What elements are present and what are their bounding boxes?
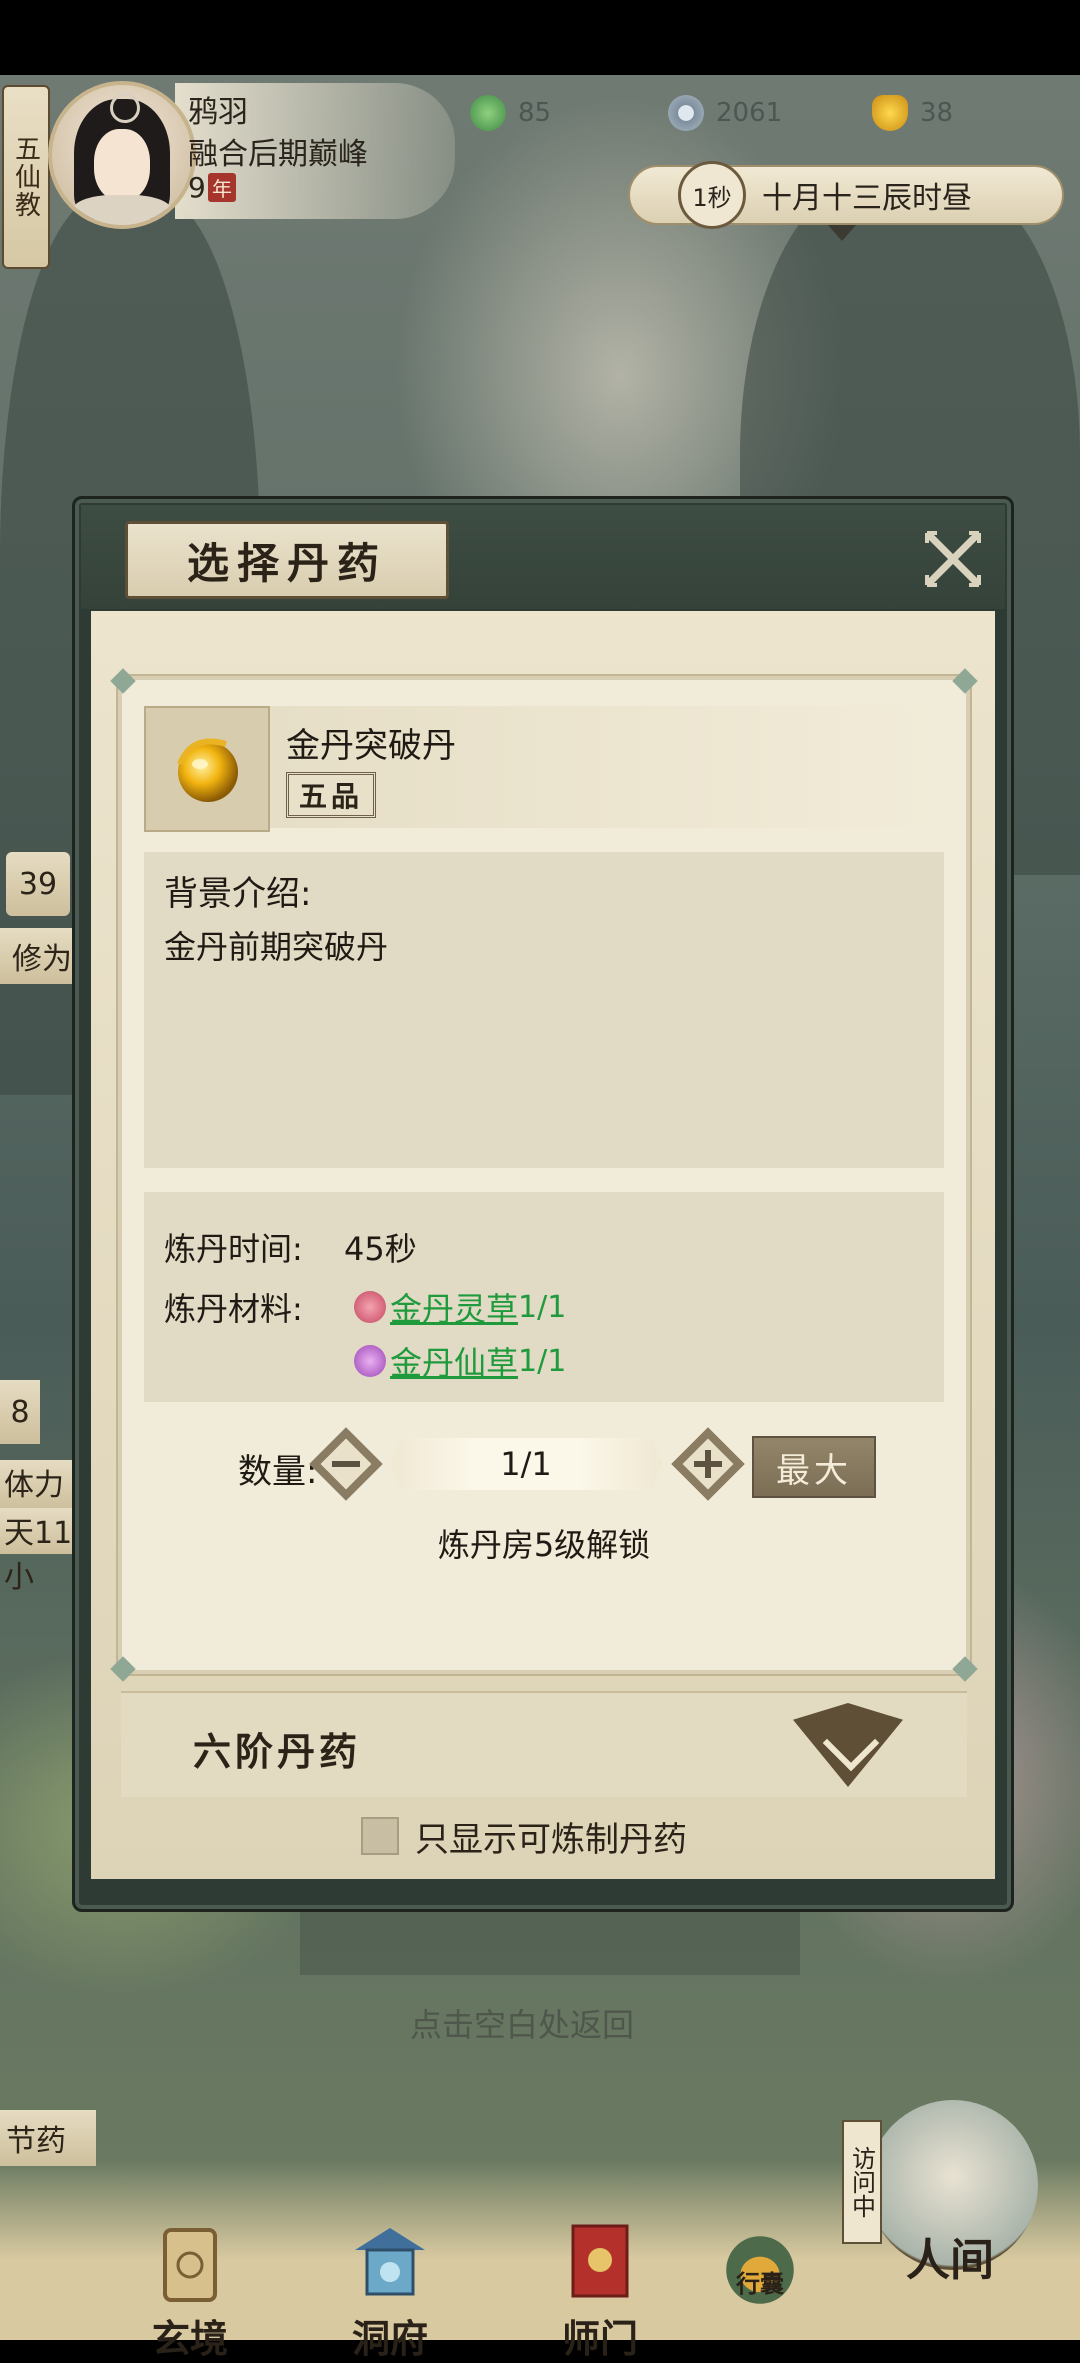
decrease-button[interactable] (309, 1427, 383, 1501)
player-rank: 融合后期巅峰 (188, 137, 368, 172)
sect-badge[interactable]: 五仙教 (2, 85, 50, 269)
pavilion-icon (355, 2228, 425, 2296)
nav-label: 洞府 (351, 2316, 428, 2361)
resource-coin-value: 2061 (716, 98, 783, 128)
chevron-down-icon[interactable] (793, 1703, 903, 1787)
pill-info-card: 金丹突破丹 五品 背景介绍: 金丹前期突破丹 炼丹时间: 45秒 炼丹材料: 金… (110, 668, 978, 1682)
tap-to-return-hint: 点击空白处返回 (410, 2006, 635, 2044)
bg-label-a: 修为 (0, 928, 82, 984)
resource-gold[interactable]: 38 (872, 93, 953, 133)
material-count: 1/1 (518, 1343, 567, 1379)
unlock-requirement: 炼丹房5级解锁 (437, 1526, 651, 1564)
top-bar: 五仙教 鸦羽 融合后期巅峰 9 年 85 2061 38 1秒 十月十三辰时昼 (0, 75, 1080, 269)
plus-icon-v (705, 1450, 711, 1478)
grade-section-six[interactable]: 六阶丹药 (121, 1691, 967, 1797)
age-unit-tag: 年 (208, 173, 236, 202)
dialog-header: 选择丹药 (81, 505, 1005, 609)
resource-jade-value: 85 (518, 98, 552, 128)
scroll-icon (163, 2228, 217, 2302)
description-text: 金丹前期突破丹 (164, 928, 389, 966)
nav-item-xuanjing[interactable]: 玄境 (120, 2220, 260, 2363)
resource-coin[interactable]: 2061 (668, 93, 782, 133)
crafting-info-box: 炼丹时间: 45秒 炼丹材料: 金丹灵草 1/1 金丹仙草 1/1 (144, 1192, 944, 1402)
description-box: 背景介绍: 金丹前期突破丹 (144, 852, 944, 1168)
bg-label-b: 体力 (0, 1460, 74, 1510)
craftable-filter-checkbox[interactable] (361, 1817, 399, 1855)
craftable-filter[interactable]: 只显示可炼制丹药 (361, 1811, 687, 1861)
nav-label: 行囊 (736, 2269, 784, 2298)
dialog-title: 选择丹药 (125, 521, 449, 599)
material-item[interactable]: 金丹灵草 1/1 (354, 1284, 566, 1330)
grade-section-label: 六阶丹药 (193, 1729, 362, 1774)
nav-item-dongfu[interactable]: 洞府 (320, 2220, 460, 2363)
banner-icon (571, 2224, 629, 2298)
material-item[interactable]: 金丹仙草 1/1 (354, 1338, 566, 1384)
nav-item-renjian[interactable]: 人间 (880, 2230, 1020, 2288)
increase-button[interactable] (671, 1427, 745, 1501)
avatar[interactable] (48, 81, 196, 229)
gold-ingot-icon (872, 95, 908, 131)
resource-gold-value: 38 (920, 98, 954, 128)
game-date: 十月十三辰时昼 (762, 181, 972, 216)
craftable-filter-label: 只显示可炼制丹药 (415, 1819, 687, 1860)
bg-label-c: 天11小 (0, 1508, 74, 1595)
nav-item-xingnang[interactable]: 行囊 (700, 2230, 820, 2304)
bg-label-d: 节药 (0, 2110, 96, 2166)
minus-icon (332, 1461, 360, 1467)
bg-level-badge-a: 39 (6, 852, 70, 916)
coin-icon (668, 95, 704, 131)
nav-label: 人间 (906, 2235, 994, 2286)
craft-materials-label: 炼丹材料: (164, 1290, 303, 1328)
time-speed-button[interactable]: 1秒 (678, 161, 746, 229)
material-count: 1/1 (518, 1289, 567, 1325)
herb-flower-icon (354, 1345, 386, 1377)
herb-flower-icon (354, 1291, 386, 1323)
pill-item-icon (144, 706, 270, 832)
pill-name: 金丹突破丹 (286, 726, 456, 766)
pill-grade-badge: 五品 (286, 772, 377, 818)
nav-label: 师门 (561, 2316, 638, 2361)
max-quantity-button[interactable]: 最大 (752, 1436, 876, 1498)
description-title: 背景介绍: (164, 874, 312, 914)
golden-pill-icon (177, 738, 238, 802)
quantity-field[interactable]: 1/1 (390, 1438, 662, 1490)
quantity-stepper: 数量: 1/1 最大 (122, 1427, 966, 1501)
nav-item-shimen[interactable]: 师门 (530, 2220, 670, 2363)
jade-icon (470, 95, 506, 131)
close-button[interactable] (921, 527, 985, 591)
player-age: 9 (188, 171, 206, 204)
craft-time-label: 炼丹时间: (164, 1230, 303, 1268)
craft-time-value: 45秒 (344, 1230, 417, 1268)
material-name-link[interactable]: 金丹仙草 (390, 1338, 518, 1384)
bg-level-badge-b: 8 (0, 1380, 40, 1444)
material-name-link[interactable]: 金丹灵草 (390, 1284, 518, 1330)
time-caret-icon (828, 225, 856, 241)
resource-jade[interactable]: 85 (470, 93, 551, 133)
nav-label: 玄境 (151, 2316, 228, 2361)
close-icon (925, 531, 981, 587)
quantity-label: 数量: (238, 1452, 318, 1492)
player-name: 鸦羽 (188, 95, 248, 130)
visiting-badge: 访问中 (842, 2120, 882, 2244)
